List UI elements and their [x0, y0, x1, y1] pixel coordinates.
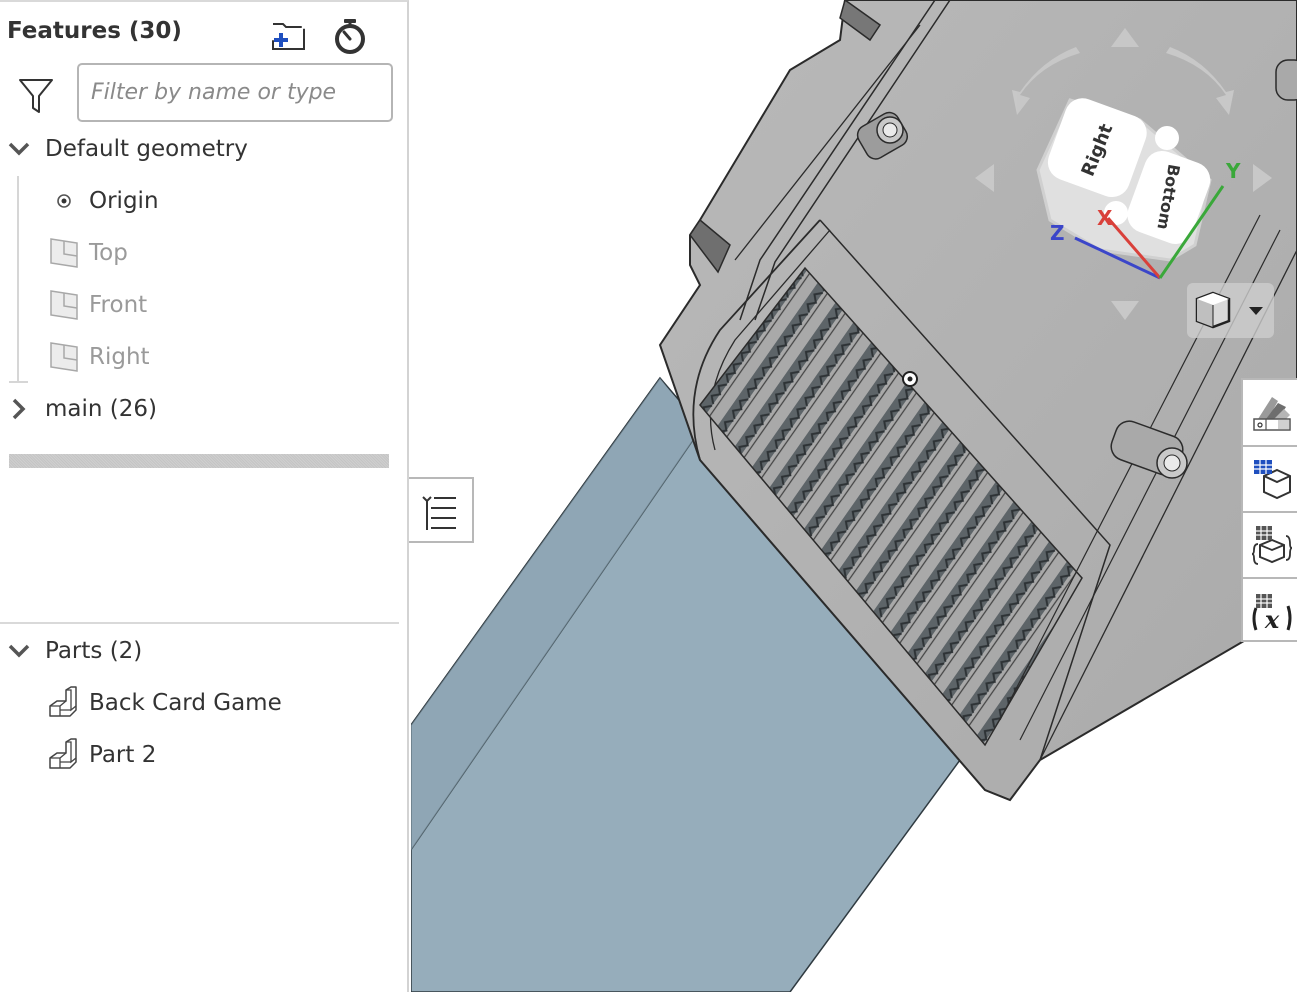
chevron-down-icon[interactable] — [8, 138, 30, 160]
right-toolbar: x — [1241, 378, 1297, 642]
nudge-right-arrow[interactable] — [1253, 164, 1272, 192]
nudge-down-arrow[interactable] — [1111, 301, 1139, 320]
part-item-part-2[interactable]: Part 2 — [0, 732, 400, 778]
tree-guide-line — [9, 381, 28, 383]
origin-point-icon — [57, 194, 71, 208]
tree-item-label: Default geometry — [45, 136, 248, 162]
tree-item-label: Top — [89, 240, 128, 266]
part-item-label: Back Card Game — [89, 690, 282, 716]
plane-icon — [50, 342, 78, 372]
origin-marker[interactable] — [902, 371, 918, 387]
function-table-icon: x — [1252, 593, 1292, 634]
part-item-label: Part 2 — [89, 742, 157, 768]
part-icon — [49, 686, 77, 717]
tree-item-default-geometry[interactable]: Default geometry — [0, 126, 400, 172]
view-cube-menu-icon — [1195, 291, 1263, 329]
tree-item-label: Parts (2) — [45, 638, 143, 664]
tree-item-label: main (26) — [45, 396, 157, 422]
tree-item-front-plane[interactable]: Front — [0, 282, 400, 328]
variable-table-icon — [1251, 525, 1293, 565]
tree-item-right-plane[interactable]: Right — [0, 334, 400, 380]
chevron-down-icon[interactable] — [8, 640, 30, 662]
nudge-left-arrow[interactable] — [975, 164, 994, 192]
configuration-table-icon — [1254, 459, 1291, 499]
axis-label-z: Z — [1050, 221, 1065, 245]
axis-label-y: Y — [1225, 159, 1241, 183]
tree-item-top-plane[interactable]: Top — [0, 230, 400, 276]
axis-label-x: X — [1097, 206, 1113, 230]
variables-button[interactable]: x — [1243, 577, 1297, 644]
filter-input[interactable] — [77, 63, 393, 122]
tree-item-parts[interactable]: Parts (2) — [0, 628, 400, 674]
part-icon — [49, 738, 77, 769]
plane-icon — [50, 238, 78, 268]
rotate-right-arrow[interactable] — [1166, 47, 1234, 115]
folder-plus-icon[interactable] — [268, 16, 308, 56]
stopwatch-icon[interactable] — [330, 16, 370, 56]
custom-properties-button[interactable] — [1243, 511, 1297, 578]
feature-list-toggle-icon — [422, 496, 456, 530]
tree-item-main-folder[interactable]: main (26) — [0, 386, 400, 432]
chevron-right-icon[interactable] — [8, 398, 30, 420]
funnel-icon[interactable] — [18, 76, 54, 116]
rollback-bar[interactable] — [9, 454, 389, 468]
part-item-back-card-game[interactable]: Back Card Game — [0, 680, 400, 726]
tree-item-label: Origin — [89, 188, 159, 214]
configurations-button[interactable] — [1243, 445, 1297, 512]
feature-list-toggle-button[interactable] — [409, 477, 474, 543]
view-cube-menu-button[interactable] — [1187, 283, 1274, 338]
appearances-button[interactable] — [1243, 380, 1297, 445]
nudge-up-arrow[interactable] — [1111, 28, 1139, 47]
feature-panel: Features (30) Default geometry Origin — [0, 0, 409, 992]
features-title: Features (30) — [7, 18, 182, 44]
svg-text:x: x — [1264, 605, 1280, 634]
plane-icon — [50, 290, 78, 320]
tree-item-label: Front — [89, 292, 148, 318]
tree-item-origin[interactable]: Origin — [0, 178, 400, 224]
tree-item-label: Right — [89, 344, 150, 370]
panel-divider — [0, 622, 399, 624]
color-swatch-icon — [1253, 396, 1291, 431]
